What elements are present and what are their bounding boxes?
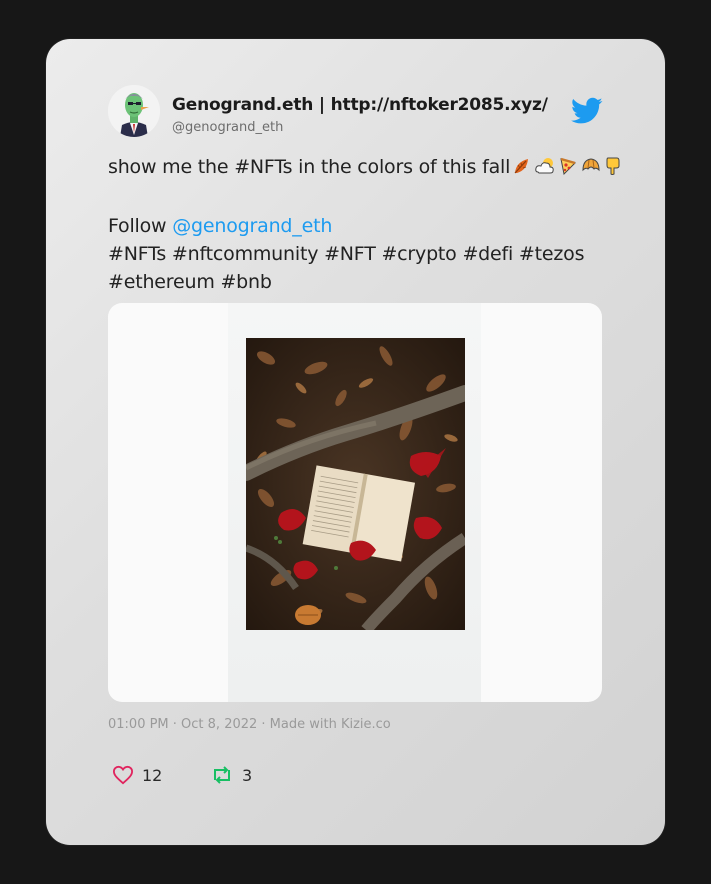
follow-line: Follow @genogrand_eth (108, 212, 608, 240)
user-handle[interactable]: @genogrand_eth (172, 120, 283, 135)
like-count: 12 (142, 765, 163, 785)
hashtags-line-2[interactable]: #ethereum #bnb (108, 268, 608, 296)
croissant-icon (582, 158, 600, 172)
tweet-text: show me the #NFTs in the colors of this … (108, 153, 620, 296)
backhand-index-pointing-down-icon (606, 157, 620, 175)
autumn-book-photo (246, 338, 465, 630)
avatar[interactable] (108, 85, 160, 137)
follow-mention-link[interactable]: @genogrand_eth (172, 215, 332, 237)
fallen-leaf-icon (514, 159, 529, 174)
sun-behind-cloud-icon (535, 158, 554, 174)
hashtags-line-1[interactable]: #NFTs #nftcommunity #NFT #crypto #defi #… (108, 240, 608, 268)
tweet-body: show me the #NFTs in the colors of this … (108, 156, 511, 178)
follow-text: Follow (108, 215, 173, 237)
retweet-icon (214, 766, 230, 784)
polaroid-frame (228, 303, 481, 702)
retweet-count: 3 (242, 765, 253, 785)
retweet-button[interactable]: 3 (210, 763, 252, 787)
pizza-icon (560, 157, 577, 176)
display-name[interactable]: Genogrand.eth | http://nftoker2085.xyz/ (172, 95, 548, 115)
emoji-group (512, 156, 624, 184)
tweet-text-line: show me the #NFTs in the colors of this … (108, 153, 620, 184)
twitter-bird-icon[interactable] (571, 97, 603, 125)
tweet-card: Genogrand.eth | http://nftoker2085.xyz/ … (46, 39, 665, 845)
like-button[interactable]: 12 (112, 763, 162, 787)
heart-icon (112, 765, 134, 785)
tweet-meta: 01:00 PM · Oct 8, 2022 · Made with Kizie… (108, 717, 391, 732)
tweet-media[interactable] (108, 303, 602, 702)
